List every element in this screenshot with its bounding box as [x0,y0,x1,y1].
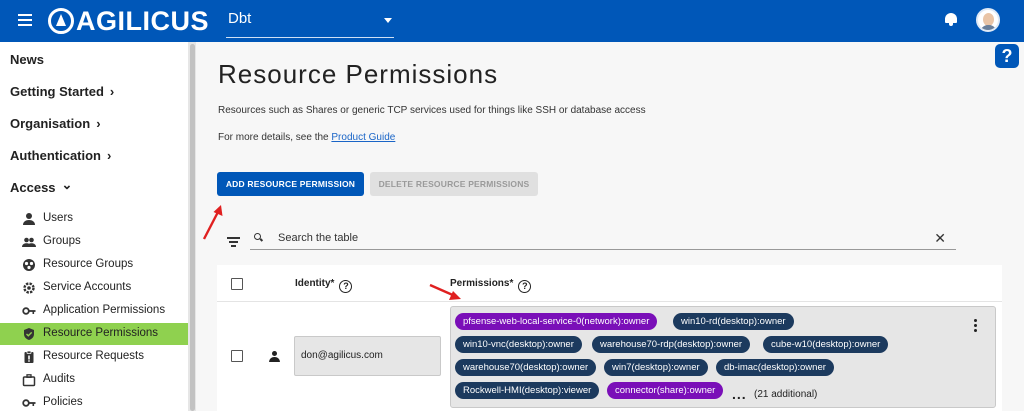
more-details-text: For more details, see the Product Guide [218,132,395,143]
resource-groups-icon [23,259,35,271]
sidebar-item-access[interactable]: Access ⌄ [10,177,73,196]
bell-icon[interactable] [944,11,958,27]
search-field[interactable]: ✕ [250,228,956,250]
sidebar-item-service-accounts[interactable]: Service Accounts [0,277,188,299]
organisation-value: Dbt [228,10,252,27]
annotation-arrow-icon [202,205,223,240]
chevron-right-icon: › [107,148,112,163]
sidebar-item-label: Policies [43,396,83,408]
permission-chip[interactable]: win10-rd(desktop):owner [673,313,794,330]
product-guide-link[interactable]: Product Guide [331,132,395,143]
permission-chip[interactable]: win10-vnc(desktop):owner [455,336,582,353]
sidebar-item-users[interactable]: Users [0,208,188,230]
permission-chip[interactable]: warehouse70(desktop):owner [455,359,597,376]
more-chips-count: (21 additional) [754,389,818,400]
sidebar-item-policies[interactable]: Policies [0,392,188,411]
search-icon [254,233,261,240]
column-header-identity[interactable]: Identity*? [295,278,353,293]
sidebar-item-label: Users [43,212,74,224]
filter-icon[interactable] [227,237,240,247]
sidebar-item-label: Service Accounts [43,281,132,293]
more-details-prefix: For more details, see the [218,132,332,143]
sidebar-item-label: Audits [43,373,75,385]
sidebar-item-resource-requests[interactable]: Resource Requests [0,346,188,368]
permissions-field[interactable]: pfsense-web-local-service-0(network):own… [450,306,996,408]
briefcase-icon [22,374,36,387]
service-accounts-icon [23,282,35,294]
permission-chip[interactable]: warehouse70-rdp(desktop):owner [592,336,751,353]
chevron-down-icon: ⌄ [61,177,73,192]
logo-mark-icon [48,8,74,34]
shield-check-icon [24,328,34,340]
sidebar-item-organisation[interactable]: Organisation › [10,116,101,131]
row-checkbox[interactable] [231,350,243,362]
column-header-label: Identity* [295,278,335,289]
permission-chip[interactable]: win7(desktop):owner [604,359,708,376]
sidebar-item-getting-started[interactable]: Getting Started › [10,84,114,99]
permissions-table: Identity*? Permissions*? don@agilicus.co… [217,265,1002,411]
sidebar-item-label: Access [10,180,56,195]
permission-chip[interactable]: db-imac(desktop):owner [716,359,834,376]
permission-chip[interactable]: connector(share):owner [607,382,724,399]
sidebar-item-label: News [10,52,44,67]
sidebar-scrollbar-thumb[interactable] [190,44,195,411]
person-icon [269,351,280,362]
person-icon [23,213,35,225]
sidebar-item-groups[interactable]: Groups [0,231,188,253]
sidebar-item-label: Resource Requests [43,350,144,362]
sidebar-item-audits[interactable]: Audits [0,369,188,391]
sidebar-item-label: Application Permissions [43,304,166,316]
sidebar-item-news[interactable]: News [10,52,44,67]
caret-down-icon [384,18,392,23]
chevron-right-icon: › [109,84,115,99]
identity-field[interactable]: don@agilicus.com [294,336,441,376]
sidebar-item-label: Authentication [10,148,101,163]
delete-resource-permissions-button: DELETE RESOURCE PERMISSIONS [370,172,538,196]
sidebar-item-authentication[interactable]: Authentication › [10,148,111,163]
sidebar-item-application-permissions[interactable]: Application Permissions [0,300,188,322]
table-header-row: Identity*? Permissions*? [217,265,1002,302]
chevron-right-icon: › [96,116,101,131]
sidebar: News Getting Started › Organisation › Auth… [0,42,188,411]
more-chips-ellipsis[interactable]: ... [732,386,747,402]
organisation-select[interactable]: Dbt [226,6,394,38]
permission-chip[interactable]: pfsense-web-local-service-0(network):own… [455,313,658,330]
identity-value: don@agilicus.com [301,350,383,361]
agilicus-logo[interactable]: AGILICUS [48,5,210,36]
permission-chip[interactable]: Rockwell-HMI(desktop):viewer [455,382,600,399]
menu-icon[interactable] [18,14,32,26]
sidebar-item-label: Groups [43,235,81,247]
top-app-bar: AGILICUS Dbt [0,0,1024,42]
sidebar-item-resource-groups[interactable]: Resource Groups [0,254,188,276]
kebab-menu-icon[interactable] [974,319,978,333]
main-content: Resource Permissions Resources such as S… [196,42,1024,411]
sidebar-item-label: Resource Permissions [43,327,159,339]
sidebar-item-label: Organisation [10,116,91,131]
logo-text: AGILICUS [76,5,210,36]
permission-chip[interactable]: cube-w10(desktop):owner [763,336,889,353]
select-all-checkbox[interactable] [231,278,243,290]
help-circle-icon[interactable]: ? [518,280,532,293]
key-icon [22,307,36,315]
sidebar-item-label: Getting Started [10,84,104,99]
user-avatar[interactable] [976,8,1000,32]
column-header-permissions[interactable]: Permissions*? [450,278,532,293]
close-icon[interactable]: ✕ [934,230,946,247]
clipboard-icon [24,350,34,363]
key-icon [22,399,36,407]
search-input[interactable] [278,232,918,244]
sidebar-item-resource-permissions[interactable]: Resource Permissions [0,323,188,345]
group-icon [22,237,36,247]
help-circle-icon[interactable]: ? [339,280,353,293]
annotation-arrow-icon [429,283,461,300]
page-title: Resource Permissions [218,59,499,89]
add-resource-permission-button[interactable]: ADD RESOURCE PERMISSION [217,172,364,196]
sidebar-item-label: Resource Groups [43,258,134,270]
page-description: Resources such as Shares or generic TCP … [218,105,646,116]
